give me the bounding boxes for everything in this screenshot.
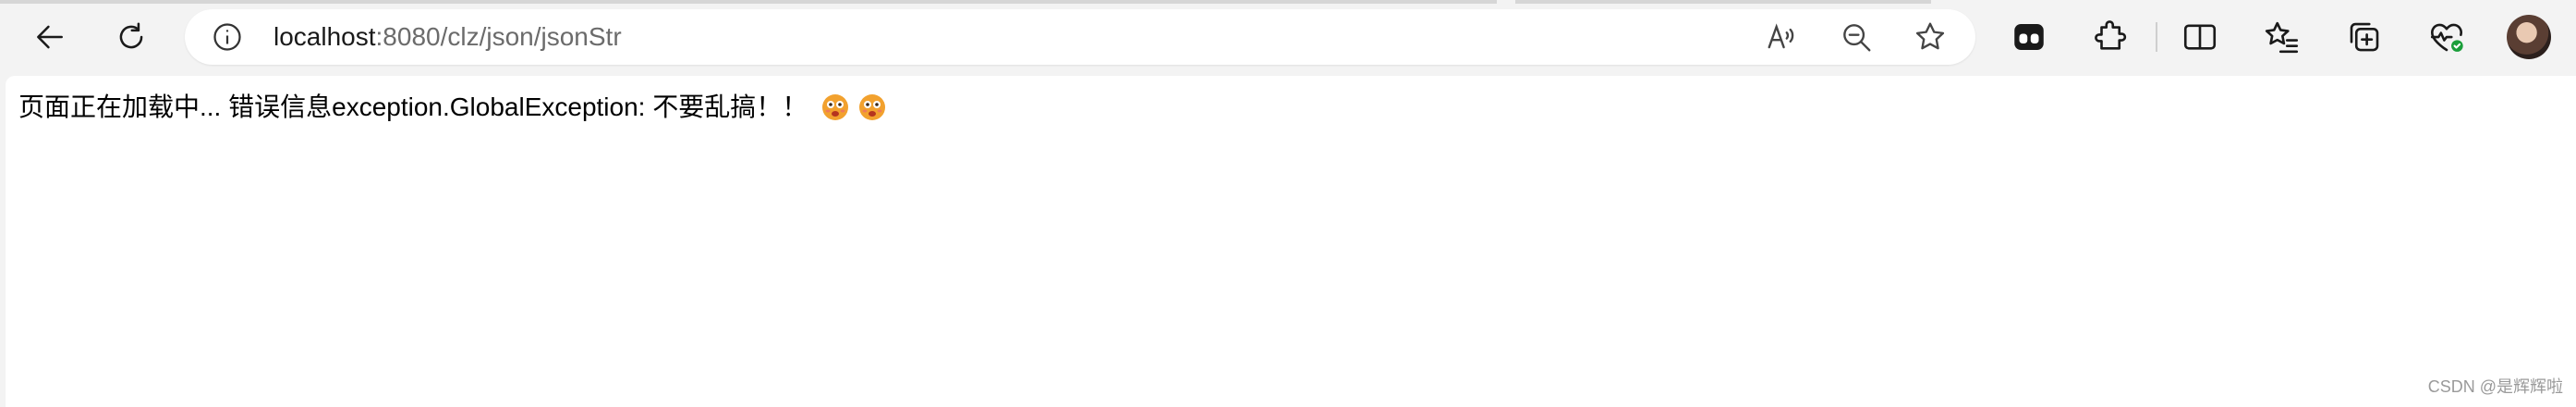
star-icon[interactable] xyxy=(1913,19,1948,55)
puzzle-icon[interactable] xyxy=(2092,18,2131,56)
collections-icon[interactable] xyxy=(2345,18,2384,56)
browser-toolbar: localhost:8080/clz/json/jsonStr xyxy=(0,0,2576,74)
address-bar[interactable]: localhost:8080/clz/json/jsonStr xyxy=(185,9,1975,65)
refresh-button[interactable] xyxy=(107,13,155,61)
split-screen-icon[interactable] xyxy=(2181,18,2219,56)
back-button[interactable] xyxy=(26,13,74,61)
url-host: localhost xyxy=(273,22,376,51)
tab-strip-edge-right xyxy=(1515,0,1931,4)
error-message: 页面正在加载中... 错误信息exception.GlobalException… xyxy=(18,92,808,121)
info-icon[interactable] xyxy=(211,20,244,54)
url-path: :8080/clz/json/jsonStr xyxy=(375,22,622,51)
zoom-out-icon[interactable] xyxy=(1839,19,1874,55)
favorites-icon[interactable] xyxy=(2263,18,2302,56)
back-arrow-icon xyxy=(37,25,63,49)
flushed-face-emoji-icon xyxy=(859,94,886,120)
page-viewport: 页面正在加载中... 错误信息exception.GlobalException… xyxy=(6,76,2576,407)
url-text[interactable]: localhost:8080/clz/json/jsonStr xyxy=(273,21,622,53)
extension-app-icon[interactable] xyxy=(2010,18,2048,56)
read-aloud-icon[interactable] xyxy=(1765,19,1800,55)
refresh-icon xyxy=(119,22,143,49)
page-message-line: 页面正在加载中... 错误信息exception.GlobalException… xyxy=(18,91,887,124)
flushed-face-emoji-icon xyxy=(822,94,849,120)
tab-strip-edge xyxy=(0,0,1497,4)
avatar[interactable] xyxy=(2507,15,2551,59)
toolbar-separator xyxy=(2156,22,2157,52)
watermark: CSDN @是辉辉啦 xyxy=(2427,377,2563,396)
heart-pulse-icon[interactable] xyxy=(2427,18,2466,56)
